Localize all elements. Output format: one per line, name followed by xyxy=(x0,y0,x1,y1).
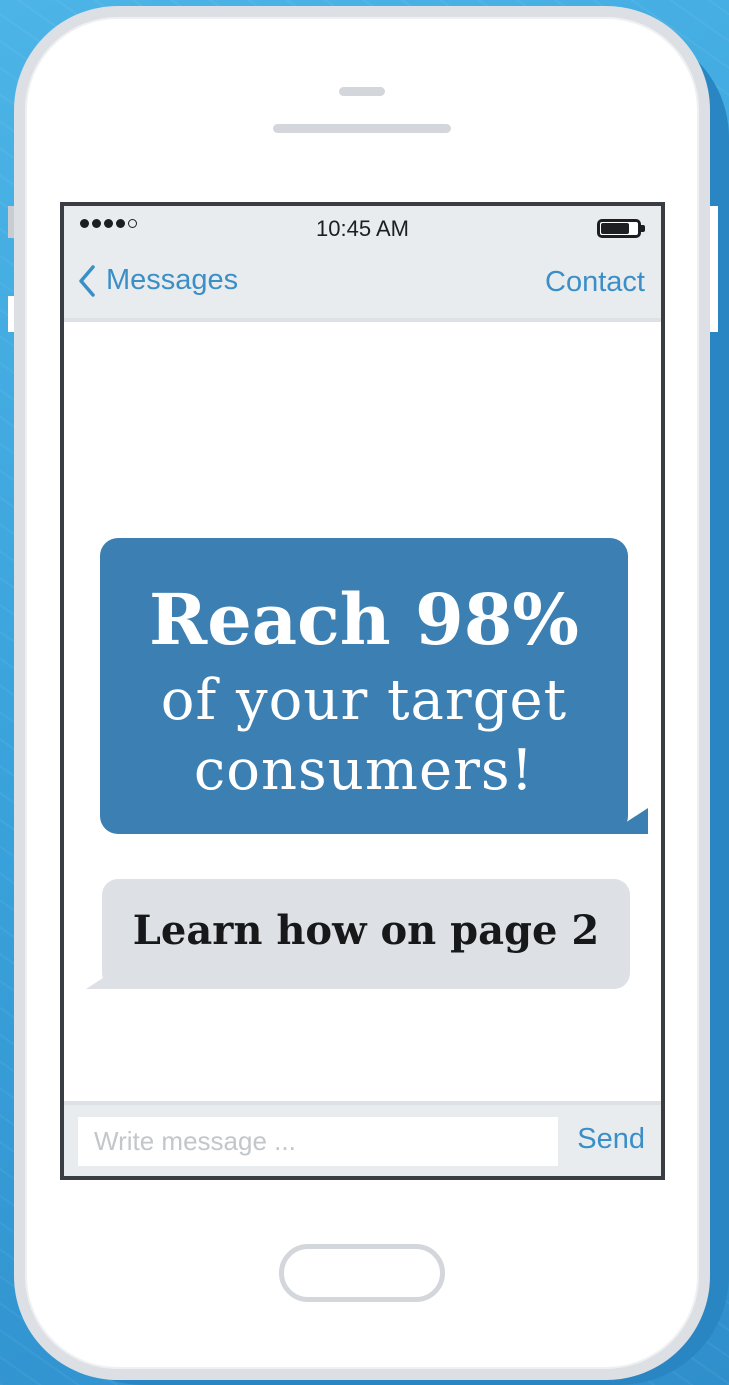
navigation-bar: Messages Contact xyxy=(64,252,661,322)
battery-tip xyxy=(641,225,645,232)
bubble-tail xyxy=(608,808,648,834)
incoming-message-text: Learn how on page 2 xyxy=(132,907,600,954)
status-time: 10:45 AM xyxy=(316,216,409,241)
status-bar: 10:45 AM xyxy=(64,206,661,252)
message-input[interactable] xyxy=(78,1117,558,1166)
earpiece-speaker xyxy=(273,124,451,133)
message-headline: Reach 98% xyxy=(149,578,579,661)
back-button[interactable]: Messages xyxy=(78,264,238,297)
battery-icon xyxy=(597,219,645,238)
send-button[interactable]: Send xyxy=(577,1123,645,1156)
phone-screen: 10:45 AM Messages Contact Reach 98% of y… xyxy=(60,202,665,1180)
message-composer: Send xyxy=(64,1101,661,1176)
back-button-label: Messages xyxy=(106,264,239,296)
outgoing-message-bubble: Reach 98% of your target consumers! xyxy=(100,538,648,834)
contact-button[interactable]: Contact xyxy=(545,266,645,299)
battery-level xyxy=(601,223,629,234)
front-camera xyxy=(339,87,385,96)
chevron-left-icon xyxy=(79,264,95,297)
home-button[interactable] xyxy=(279,1244,445,1302)
incoming-message-bubble: Learn how on page 2 xyxy=(86,879,630,989)
message-line: of your target xyxy=(160,668,568,733)
message-line: consumers! xyxy=(193,738,535,803)
bubble-tail xyxy=(86,967,120,989)
